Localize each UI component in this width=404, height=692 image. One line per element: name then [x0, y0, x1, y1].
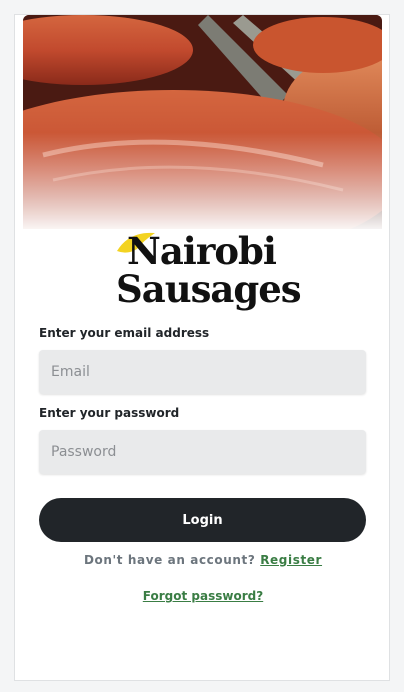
password-label: Enter your password — [39, 406, 180, 420]
email-input[interactable] — [39, 350, 366, 394]
login-button[interactable]: Login — [39, 498, 366, 542]
email-label: Enter your email address — [39, 326, 210, 340]
forgot-password-link[interactable]: Forgot password? — [143, 589, 263, 603]
brand-logo: Nairobi Sausages — [115, 229, 302, 311]
register-prompt-row: Don't have an account? Register — [15, 553, 391, 567]
hero-image — [23, 15, 382, 229]
register-prompt: Don't have an account? — [83, 553, 256, 567]
login-card: Nairobi Sausages Enter your email addres… — [14, 14, 390, 681]
brand-name-line2: Sausages — [116, 267, 302, 311]
register-link[interactable]: Register — [260, 553, 322, 567]
password-input[interactable] — [39, 430, 366, 474]
forgot-password-row: Forgot password? — [15, 589, 391, 603]
